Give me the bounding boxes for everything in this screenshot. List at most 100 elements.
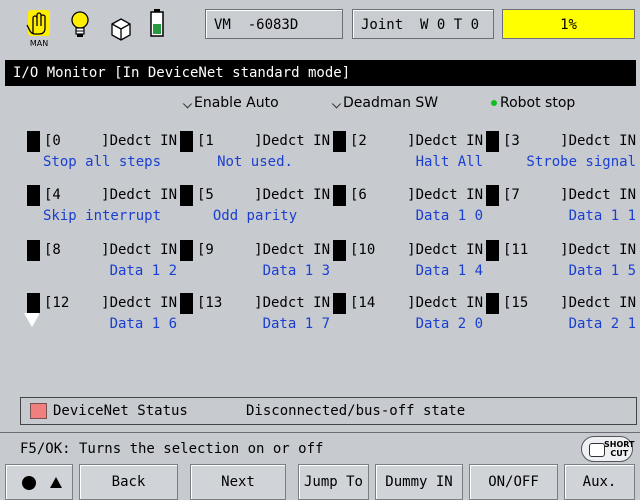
io-cell[interactable]: [5]Dedct IN Odd parity bbox=[180, 185, 330, 237]
deadman-indicator: Deadman SW bbox=[331, 92, 439, 114]
io-type: ]Dedct IN bbox=[560, 295, 636, 311]
io-state-indicator bbox=[333, 131, 346, 152]
io-state-indicator bbox=[486, 293, 499, 314]
io-type: ]Dedct IN bbox=[560, 187, 636, 203]
io-cell[interactable]: [7 ]Dedct IN Data 1 1 bbox=[486, 185, 636, 237]
io-number: [12 bbox=[44, 295, 70, 311]
io-cell[interactable]: [1 ]Dedct IN Not used. bbox=[180, 131, 330, 183]
record-dot-icon bbox=[22, 476, 36, 490]
enable-auto-label: Enable Auto bbox=[194, 95, 279, 111]
io-cell[interactable]: [6]Dedct IN Data 1 0 bbox=[333, 185, 483, 237]
joint-mode-box[interactable]: Joint W 0 T 0 bbox=[352, 9, 494, 39]
top-status-bar: MAN VM -6083D Joint W 0 T 0 1% bbox=[0, 0, 640, 58]
io-type: ]Dedct IN bbox=[254, 295, 330, 311]
scroll-down-arrow-icon[interactable] bbox=[24, 313, 40, 327]
manual-mode-hand-icon[interactable]: MAN bbox=[24, 6, 54, 48]
io-signal-name: Odd parity bbox=[212, 208, 298, 224]
io-cell[interactable]: [14]Dedct IN Data 2 0 bbox=[333, 293, 483, 345]
io-cell[interactable]: [3]Dedct IN Strobe signal bbox=[486, 131, 636, 183]
io-number: [8 bbox=[44, 242, 61, 258]
io-cell[interactable]: [15]Dedct IN Data 2 1 bbox=[486, 293, 636, 345]
shortcut-label-1: SHORT bbox=[604, 440, 635, 449]
io-state-indicator bbox=[486, 131, 499, 152]
io-number: [5 bbox=[197, 187, 214, 203]
key-hint-text: F5/OK: Turns the selection on or off bbox=[20, 441, 324, 457]
io-state-indicator bbox=[27, 240, 40, 261]
mode-label: MAN bbox=[30, 39, 48, 48]
io-state-indicator bbox=[333, 240, 346, 261]
io-state-indicator bbox=[180, 240, 193, 261]
io-type: ]Dedct IN bbox=[407, 295, 483, 311]
enable-auto-indicator: Enable Auto bbox=[182, 92, 279, 114]
io-type: ]Dedct IN bbox=[101, 187, 177, 203]
io-cell[interactable]: [4]Dedct IN Skip interrupt bbox=[27, 185, 177, 237]
io-number: [11 bbox=[503, 242, 529, 258]
io-cell[interactable]: [12]Dedct IN Data 1 6 bbox=[27, 293, 177, 345]
up-triangle-icon bbox=[50, 477, 62, 488]
io-cell[interactable]: [0]Dedct IN Stop all steps bbox=[27, 131, 177, 183]
robot-stop-led-icon bbox=[491, 100, 497, 106]
io-state-indicator bbox=[27, 293, 40, 314]
program-name-box[interactable]: VM -6083D bbox=[205, 9, 343, 39]
io-number: [7 bbox=[503, 187, 520, 203]
devicenet-status-label: DeviceNet Status bbox=[53, 403, 188, 419]
io-cell[interactable]: [11]Dedct IN Data 1 5 bbox=[486, 240, 636, 292]
io-state-indicator bbox=[333, 185, 346, 206]
io-cell[interactable]: [13 ]Dedct IN Data 1 7 bbox=[180, 293, 330, 345]
function-key-bar: Back Next Jump To Dummy IN ON/OFF Aux. bbox=[0, 464, 640, 500]
io-type: ]Dedct IN bbox=[407, 133, 483, 149]
io-signal-name: Halt All bbox=[415, 154, 483, 170]
dummy-in-button[interactable]: Dummy IN bbox=[375, 464, 463, 500]
io-signal-name: Data 1 4 bbox=[415, 263, 483, 279]
lightbulb-icon[interactable] bbox=[66, 6, 96, 48]
jump-to-button[interactable]: Jump To bbox=[298, 464, 369, 500]
io-state-indicator bbox=[27, 131, 40, 152]
io-signal-name: Strobe signal bbox=[526, 154, 636, 170]
io-cell[interactable]: [10 ]Dedct IN Data 1 4 bbox=[333, 240, 483, 292]
io-state-indicator bbox=[333, 293, 346, 314]
workpiece-box-icon[interactable] bbox=[106, 6, 136, 48]
record-step-button[interactable] bbox=[5, 464, 73, 500]
io-signal-name: Data 1 3 bbox=[262, 263, 330, 279]
teach-pendant-screen: MAN VM -6083D Joint W 0 T 0 1% I/O Monit… bbox=[0, 0, 640, 500]
io-number: [10 bbox=[350, 242, 376, 258]
io-signal-name: Data 1 7 bbox=[262, 316, 330, 332]
io-state-indicator bbox=[180, 131, 193, 152]
page-title: I/O Monitor [In DeviceNet standard mode] bbox=[5, 60, 636, 86]
io-signal-name: Data 1 2 bbox=[109, 263, 177, 279]
io-number: [2 bbox=[350, 133, 367, 149]
io-type: ]Dedct IN bbox=[101, 133, 177, 149]
io-signal-name: Data 1 6 bbox=[109, 316, 177, 332]
robot-stop-indicator: Robot stop bbox=[491, 92, 575, 114]
back-button[interactable]: Back bbox=[79, 464, 178, 500]
deadman-label: Deadman SW bbox=[343, 95, 439, 111]
io-cell[interactable]: [2 ]Dedct IN Halt All bbox=[333, 131, 483, 183]
io-number: [1 bbox=[197, 133, 214, 149]
aux-button[interactable]: Aux. bbox=[564, 464, 635, 500]
on-off-button[interactable]: ON/OFF bbox=[469, 464, 558, 500]
io-type: ]Dedct IN bbox=[254, 242, 330, 258]
io-type: ]Dedct IN bbox=[254, 133, 330, 149]
robot-stop-label: Robot stop bbox=[500, 95, 576, 111]
io-number: [4 bbox=[44, 187, 61, 203]
divider bbox=[0, 432, 640, 433]
io-number: [15 bbox=[503, 295, 529, 311]
devicenet-status-value: Disconnected/bus-off state bbox=[246, 403, 466, 419]
io-type: ]Dedct IN bbox=[407, 242, 483, 258]
battery-icon[interactable] bbox=[143, 6, 173, 48]
shortcut-hand-icon bbox=[589, 443, 605, 457]
io-signal-name: Data 1 5 bbox=[568, 263, 636, 279]
io-number: [13 bbox=[197, 295, 223, 311]
enable-auto-led-icon bbox=[182, 98, 193, 108]
io-number: [0 bbox=[44, 133, 61, 149]
shortcut-button[interactable]: SHORT CUT bbox=[581, 436, 635, 462]
io-number: [3 bbox=[503, 133, 520, 149]
io-signal-name: Data 1 1 bbox=[568, 208, 636, 224]
io-cell[interactable]: [8]Dedct IN Data 1 2 bbox=[27, 240, 177, 292]
io-cell[interactable]: [9]Dedct IN Data 1 3 bbox=[180, 240, 330, 292]
next-button[interactable]: Next bbox=[190, 464, 286, 500]
deadman-led-icon bbox=[331, 98, 342, 108]
speed-percent-box[interactable]: 1% bbox=[502, 9, 635, 39]
devicenet-status-row: DeviceNet Status Disconnected/bus-off st… bbox=[20, 397, 637, 425]
io-signal-name: Not used. bbox=[217, 154, 293, 170]
